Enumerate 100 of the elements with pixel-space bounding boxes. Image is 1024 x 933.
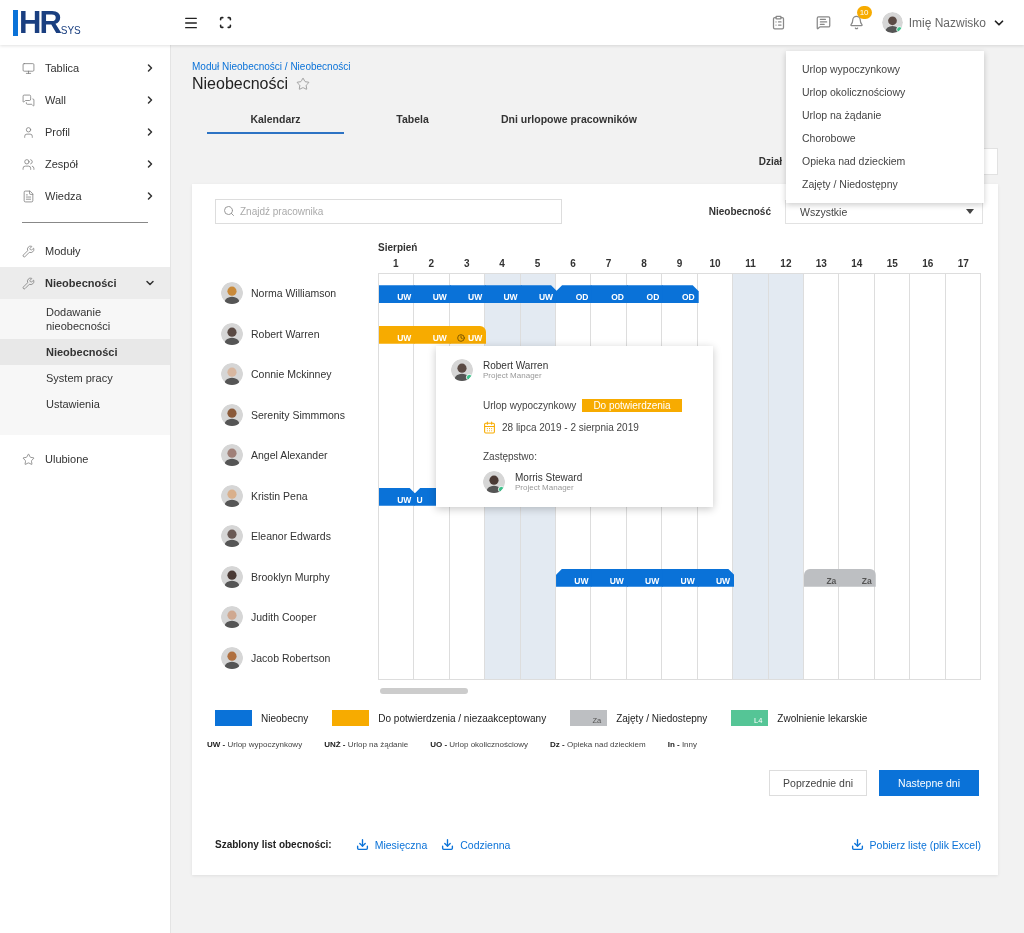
absence-bar[interactable]: UW — [520, 285, 558, 304]
wrench-icon — [22, 244, 35, 258]
day-number: 16 — [921, 258, 935, 271]
absence-bar[interactable]: OD — [556, 285, 593, 304]
download-link[interactable]: Pobierz listę (plik Excel) — [869, 838, 981, 851]
next-days-button[interactable]: Nastepne dni — [879, 770, 979, 796]
avatar — [881, 12, 903, 33]
sidebar-item[interactable]: Ulubione — [0, 443, 170, 475]
page-title: Nieobecności — [192, 75, 289, 93]
day-number: 6 — [569, 258, 577, 271]
employee-name[interactable]: Jacob Robertson — [251, 651, 331, 664]
absence-bar[interactable]: UW — [485, 285, 522, 304]
user-icon — [22, 125, 35, 139]
tab[interactable]: Dni urlopowe pracowników — [481, 107, 657, 134]
day-number: 1 — [391, 258, 400, 271]
legend-label: Nieobecny — [261, 712, 309, 724]
sidebar-item[interactable]: Nieobecności — [0, 267, 170, 299]
sidebar-item[interactable]: Tablica — [0, 52, 170, 84]
scrollbar[interactable] — [380, 688, 468, 694]
dropdown-item[interactable]: Zajęty / Niedostępny — [786, 173, 984, 196]
avatar — [221, 403, 243, 426]
day-number: 8 — [640, 258, 648, 271]
employee-name[interactable]: Judith Cooper — [251, 611, 317, 624]
absence-type: Urlop wypoczynkowy — [483, 400, 577, 411]
sidebar-item[interactable]: Zespół — [0, 148, 170, 180]
templates-label: Szablony list obecności: — [215, 839, 332, 850]
submenu-item[interactable]: Ustawienia — [0, 391, 170, 417]
submenu-item[interactable]: System pracy — [0, 365, 170, 391]
abbreviation: Dz - Opieka nad dzieckiem — [550, 740, 646, 749]
day-number: 4 — [498, 258, 506, 271]
absence-bar[interactable]: OD — [662, 285, 699, 304]
bell-icon[interactable] — [848, 15, 864, 30]
download-link[interactable]: Codzienna — [460, 838, 511, 851]
notification-badge: 10 — [856, 6, 872, 19]
sidebar-item[interactable]: Wiedza — [0, 180, 170, 212]
absence-bar[interactable]: UW — [449, 285, 487, 304]
calendar-icon — [483, 421, 496, 434]
absence-bar[interactable]: UW — [414, 285, 451, 304]
day-number: 5 — [533, 258, 542, 271]
star-icon[interactable] — [296, 77, 311, 91]
logo: HRSYS — [13, 9, 81, 36]
day-number: 12 — [779, 258, 793, 271]
dropdown-item[interactable]: Opieka nad dzieckiem — [786, 150, 984, 173]
dropdown-item[interactable]: Urlop na żądanie — [786, 104, 984, 127]
absence-select[interactable]: Wszystkie — [785, 199, 983, 224]
fullscreen-icon[interactable] — [219, 16, 232, 29]
person-role: Project Manager — [515, 483, 575, 492]
dropdown-item[interactable]: Urlop okolicznościowy — [786, 81, 984, 104]
employee-name[interactable]: Angel Alexander — [251, 449, 328, 462]
day-number: 10 — [708, 258, 722, 271]
employee-name[interactable]: Connie Mckinney — [251, 368, 332, 381]
day-number: 3 — [462, 258, 471, 271]
avatar — [221, 606, 243, 629]
avatar — [221, 646, 243, 669]
download-link[interactable]: Miesięczna — [374, 838, 428, 851]
employee-name[interactable]: Robert Warren — [251, 327, 320, 340]
day-number: 11 — [744, 258, 757, 271]
absence-bar[interactable]: OD — [591, 285, 628, 304]
avatar — [221, 444, 243, 467]
day-number: 9 — [675, 258, 684, 271]
sidebar-item[interactable]: Profil — [0, 116, 170, 148]
employee-name[interactable]: Norma Williamson — [251, 287, 337, 300]
absence-bar[interactable]: OD — [626, 285, 664, 304]
employee-name[interactable]: Serenity Simmmons — [251, 408, 345, 421]
employee-name[interactable]: Brooklyn Murphy — [251, 570, 330, 583]
download-icon[interactable] — [441, 838, 455, 851]
day-number: 15 — [885, 258, 899, 271]
day-number: 13 — [814, 258, 828, 271]
caret-icon — [966, 209, 974, 214]
tab[interactable]: Kalendarz — [207, 107, 344, 134]
user-name[interactable]: Imię Nazwisko — [908, 15, 986, 30]
avatar — [221, 484, 243, 507]
previous-days-button[interactable]: Poprzednie dni — [769, 770, 868, 796]
search-icon — [223, 205, 235, 217]
day-number: 2 — [427, 258, 435, 271]
search-field[interactable]: Znajdź pracownika — [215, 199, 562, 224]
employee-name[interactable]: Kristin Pena — [251, 489, 308, 502]
filter-label: Nieobecność — [708, 206, 771, 217]
wrench-icon — [22, 276, 35, 290]
absence-bar[interactable]: UW — [379, 285, 416, 304]
person-name: Robert Warren — [483, 360, 549, 371]
day-number: 17 — [956, 258, 970, 271]
breadcrumb[interactable]: Moduł Nieobecności / Nieobecności — [192, 61, 351, 72]
dropdown-item[interactable]: Chorobowe — [786, 127, 984, 150]
avatar — [451, 359, 473, 381]
avatar — [221, 565, 243, 588]
submenu-item[interactable]: Nieobecności — [0, 339, 170, 365]
tab[interactable]: Tabela — [344, 107, 481, 134]
sidebar-item[interactable]: Moduły — [0, 235, 170, 267]
employee-name[interactable]: Eleanor Edwards — [251, 530, 331, 543]
download-icon[interactable] — [850, 838, 864, 851]
submenu-item[interactable]: Dodawanie nieobecności — [0, 299, 170, 339]
message-icon[interactable] — [815, 15, 831, 30]
chat-icon — [22, 93, 35, 107]
dropdown-item[interactable]: Urlop wypoczynkowy — [786, 58, 984, 81]
sidebar-item[interactable]: Wall — [0, 84, 170, 116]
day-number: 7 — [604, 258, 613, 271]
substitute-label: Zastępstwo: — [483, 451, 538, 462]
clipboard-icon[interactable] — [770, 15, 786, 30]
download-icon[interactable] — [355, 838, 369, 851]
